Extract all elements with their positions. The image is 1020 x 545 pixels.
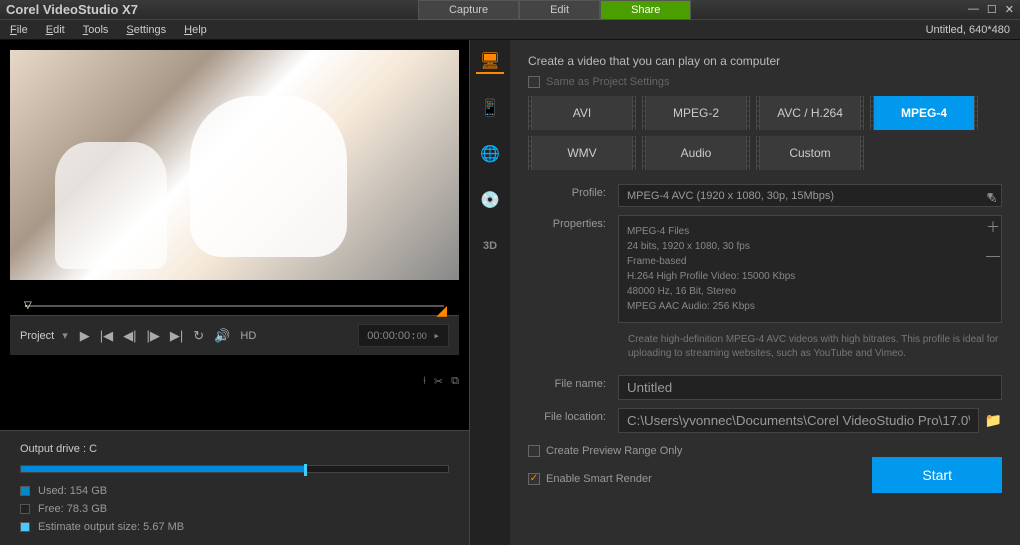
chevron-down-icon[interactable]: ▾ bbox=[62, 329, 68, 342]
preview-image bbox=[10, 50, 459, 280]
menu-edit[interactable]: Edit bbox=[46, 24, 65, 36]
side-tab-device[interactable]: 📱 bbox=[476, 96, 504, 120]
disk-usage-bar bbox=[20, 465, 449, 473]
side-tab-disc[interactable]: 💿 bbox=[476, 188, 504, 212]
share-panel: Create a video that you can play on a co… bbox=[510, 40, 1020, 545]
menu-tools[interactable]: Tools bbox=[83, 24, 109, 36]
format-custom[interactable]: Custom bbox=[756, 136, 864, 170]
format-avc[interactable]: AVC / H.264 bbox=[756, 96, 864, 130]
format-mpeg4[interactable]: MPEG-4 bbox=[870, 96, 978, 130]
profile-dropdown[interactable]: MPEG-4 AVC (1920 x 1080, 30p, 15Mbps)▾ bbox=[618, 184, 1002, 207]
folder-icon[interactable]: 📁 bbox=[985, 412, 1002, 429]
titlebar: Corel VideoStudio X7 Capture Edit Share … bbox=[0, 0, 1020, 20]
start-icon[interactable]: |◀ bbox=[100, 328, 113, 344]
remove-icon[interactable]: — bbox=[986, 247, 1000, 263]
add-icon[interactable]: ＋ bbox=[986, 217, 1000, 237]
legend-estimate: Estimate output size: 5.67 MB bbox=[20, 521, 449, 533]
file-location-input[interactable] bbox=[618, 408, 979, 433]
menu-settings[interactable]: Settings bbox=[126, 24, 166, 36]
file-location-label: File location: bbox=[528, 408, 618, 423]
file-name-input[interactable] bbox=[618, 375, 1002, 400]
format-wmv[interactable]: WMV bbox=[528, 136, 636, 170]
player-toolbar: Project ▾ ▶ |◀ ◀| |▶ ▶| ↻ 🔊 HD 00:00:00:… bbox=[10, 315, 459, 355]
format-grid: AVI MPEG-2 AVC / H.264 MPEG-4 WMV Audio … bbox=[528, 96, 1002, 170]
share-side-tabs: 🖥 📱 🌐 💿 3D bbox=[470, 40, 510, 545]
preview-panel: ▽ ◢ ⟊ ✂ ⧉ Project ▾ ▶ |◀ ◀| |▶ ▶| ↻ 🔊 bbox=[0, 40, 469, 430]
menubar: File Edit Tools Settings Help Untitled, … bbox=[0, 20, 1020, 40]
legend-used: Used: 154 GB bbox=[20, 485, 449, 497]
project-label[interactable]: Project bbox=[20, 330, 54, 342]
properties-label: Properties: bbox=[528, 215, 618, 230]
snapshot-icon[interactable]: ⧉ bbox=[451, 375, 459, 388]
timecode-display[interactable]: 00:00:00:00 ▸ bbox=[358, 324, 449, 347]
smart-render-checkbox[interactable] bbox=[528, 473, 540, 485]
legend-free: Free: 78.3 GB bbox=[20, 503, 449, 515]
app-title: Corel VideoStudio X7 bbox=[6, 2, 138, 17]
output-drive-title: Output drive : C bbox=[20, 443, 449, 455]
file-name-label: File name: bbox=[528, 375, 618, 390]
profile-side-actions: ✎ ＋ — bbox=[986, 190, 1000, 263]
hd-label[interactable]: HD bbox=[240, 330, 256, 342]
menu-help[interactable]: Help bbox=[184, 24, 207, 36]
format-avi[interactable]: AVI bbox=[528, 96, 636, 130]
side-tab-3d[interactable]: 3D bbox=[476, 234, 504, 258]
tab-capture[interactable]: Capture bbox=[418, 0, 519, 20]
tab-share[interactable]: Share bbox=[600, 0, 691, 20]
play-icon[interactable]: ▶ bbox=[80, 328, 90, 344]
preview-range-checkbox[interactable] bbox=[528, 445, 540, 457]
main-tabs: Capture Edit Share bbox=[418, 0, 691, 20]
document-label: Untitled, 640*480 bbox=[926, 24, 1010, 36]
share-title: Create a video that you can play on a co… bbox=[528, 54, 1002, 68]
split-icon[interactable]: ⟊ bbox=[423, 375, 426, 388]
scrubber[interactable]: ▽ ◢ bbox=[10, 295, 459, 315]
format-mpeg2[interactable]: MPEG-2 bbox=[642, 96, 750, 130]
profile-hint: Create high-definition MPEG-4 AVC videos… bbox=[628, 333, 1002, 361]
same-as-label: Same as Project Settings bbox=[546, 76, 670, 88]
close-icon[interactable]: ✕ bbox=[1005, 3, 1014, 16]
smart-render-label: Enable Smart Render bbox=[546, 473, 652, 485]
same-as-checkbox[interactable] bbox=[528, 76, 540, 88]
clip-tools: ⟊ ✂ ⧉ bbox=[423, 375, 459, 388]
tab-edit[interactable]: Edit bbox=[519, 0, 600, 20]
side-tab-computer[interactable]: 🖥 bbox=[476, 50, 504, 74]
scrubber-end-icon[interactable]: ◢ bbox=[436, 302, 447, 319]
maximize-icon[interactable]: ☐ bbox=[987, 3, 997, 16]
side-tab-web[interactable]: 🌐 bbox=[476, 142, 504, 166]
scrubber-handle-icon[interactable]: ▽ bbox=[24, 300, 32, 311]
format-audio[interactable]: Audio bbox=[642, 136, 750, 170]
start-button[interactable]: Start bbox=[872, 457, 1002, 493]
volume-icon[interactable]: 🔊 bbox=[214, 328, 230, 344]
properties-box: MPEG-4 Files24 bits, 1920 x 1080, 30 fps… bbox=[618, 215, 1002, 323]
output-drive-panel: Output drive : C Used: 154 GB Free: 78.3… bbox=[0, 430, 469, 545]
profile-label: Profile: bbox=[528, 184, 618, 199]
prev-frame-icon[interactable]: ◀| bbox=[123, 328, 136, 344]
menu-file[interactable]: File bbox=[10, 24, 28, 36]
next-frame-icon[interactable]: |▶ bbox=[147, 328, 160, 344]
end-icon[interactable]: ▶| bbox=[170, 328, 183, 344]
cut-icon[interactable]: ✂ bbox=[434, 375, 443, 388]
minimize-icon[interactable]: — bbox=[968, 3, 979, 16]
preview-range-label: Create Preview Range Only bbox=[546, 445, 682, 457]
repeat-icon[interactable]: ↻ bbox=[193, 328, 204, 344]
edit-icon[interactable]: ✎ bbox=[986, 190, 1000, 207]
window-buttons: — ☐ ✕ bbox=[968, 3, 1014, 16]
